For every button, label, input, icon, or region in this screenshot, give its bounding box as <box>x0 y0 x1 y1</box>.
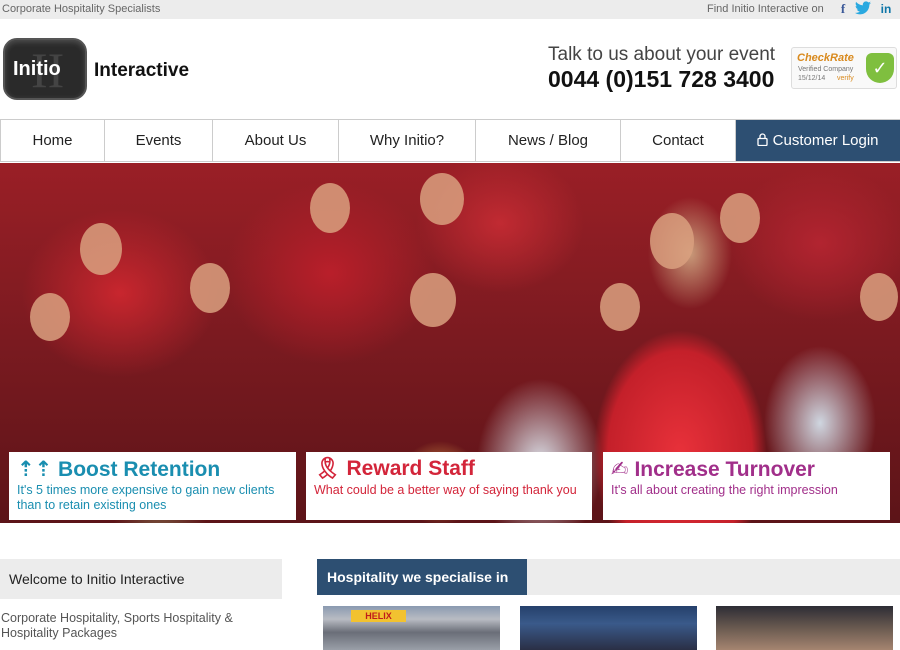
nav-news-blog[interactable]: News / Blog <box>476 120 621 161</box>
feature-description: It's 5 times more expensive to gain new … <box>17 483 275 512</box>
feature-boost-retention[interactable]: ⇡⇡ Boost Retention It's 5 times more exp… <box>9 452 296 520</box>
contact-prompt: Talk to us about your event <box>548 44 776 65</box>
linkedin-icon[interactable]: in <box>878 1 894 17</box>
feature-description: What could be a better way of saying tha… <box>314 483 577 497</box>
customer-login-label: Customer Login <box>772 132 879 149</box>
welcome-intro: Corporate Hospitality, Sports Hospitalit… <box>1 611 233 640</box>
welcome-heading-box: Welcome to Initio Interactive <box>0 559 282 599</box>
find-us-text: Find Initio Interactive on <box>707 3 824 15</box>
main-nav: Home Events About Us Why Initio? News / … <box>0 119 900 162</box>
nav-events[interactable]: Events <box>105 120 213 161</box>
nav-home[interactable]: Home <box>0 120 105 161</box>
feature-title: ✍ Increase Turnover <box>611 458 815 481</box>
hospitality-thumbnail-motorsport[interactable]: HELIX <box>323 606 500 650</box>
lock-icon <box>757 132 772 149</box>
checkrate-subtitle: Verified Company <box>798 66 854 73</box>
logo-word: Initio <box>13 58 61 80</box>
nav-about-us[interactable]: About Us <box>213 120 339 161</box>
checkrate-title: CheckRate <box>797 52 854 64</box>
feature-title: 🎗 Reward Staff <box>314 457 475 480</box>
checkrate-badge[interactable]: CheckRate Verified Company 15/12/14 veri… <box>791 47 897 89</box>
nav-why-initio[interactable]: Why Initio? <box>339 120 476 161</box>
feature-description: It's all about creating the right impres… <box>611 483 838 497</box>
feature-increase-turnover[interactable]: ✍ Increase Turnover It's all about creat… <box>603 452 890 520</box>
hand-money-icon: ✍ <box>611 458 629 481</box>
specialise-heading: Hospitality we specialise in <box>327 569 509 585</box>
phone-number[interactable]: 0044 (0)151 728 3400 <box>548 66 774 93</box>
checkrate-verify[interactable]: verify <box>837 75 854 82</box>
checkrate-date: 15/12/14 <box>798 75 826 82</box>
nav-contact[interactable]: Contact <box>621 120 736 161</box>
logo[interactable]: II Initio <box>3 38 87 100</box>
top-bar: Corporate Hospitality Specialists Find I… <box>0 0 900 19</box>
check-shield-icon: ✓ <box>866 53 894 83</box>
welcome-heading: Welcome to Initio Interactive <box>9 571 185 587</box>
tagline: Corporate Hospitality Specialists <box>2 3 161 15</box>
ribbon-icon: 🎗 <box>314 457 341 480</box>
feature-title: ⇡⇡ Boost Retention <box>17 458 221 481</box>
feature-reward-staff[interactable]: 🎗 Reward Staff What could be a better wa… <box>306 452 592 520</box>
facebook-icon[interactable]: f <box>835 1 851 17</box>
specialise-tab[interactable]: Hospitality we specialise in <box>317 559 527 595</box>
hospitality-thumbnail-football[interactable] <box>520 606 697 650</box>
nav-customer-login[interactable]: Customer Login <box>736 120 900 161</box>
people-up-icon: ⇡⇡ <box>17 458 53 481</box>
hospitality-thumbnail-rugby[interactable] <box>716 606 893 650</box>
twitter-icon[interactable] <box>855 1 871 17</box>
thumbnail-banner: HELIX <box>351 610 406 622</box>
brand-name: Interactive <box>94 60 190 81</box>
